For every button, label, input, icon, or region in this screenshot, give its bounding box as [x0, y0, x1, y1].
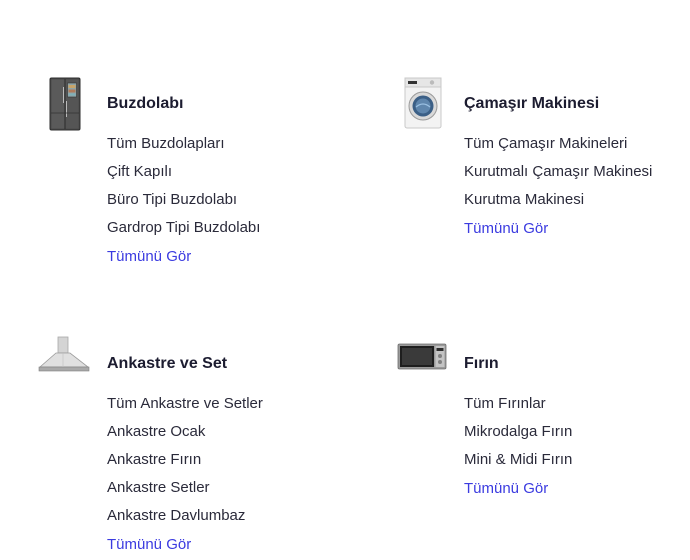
microwave-oven-icon[interactable]: [397, 343, 447, 370]
see-all-link[interactable]: Tümünü Gör: [107, 244, 260, 272]
category-link[interactable]: Tüm Ankastre ve Setler: [107, 391, 263, 419]
category-link[interactable]: Gardrop Tipi Buzdolabı: [107, 215, 260, 243]
category-link[interactable]: Çift Kapılı: [107, 159, 260, 187]
category-title[interactable]: Buzdolabı: [107, 95, 183, 113]
category-links: Tüm Ankastre ve Setler Ankastre Ocak Ank…: [107, 391, 263, 560]
refrigerator-icon[interactable]: [49, 77, 81, 131]
category-link[interactable]: Tüm Fırınlar: [464, 391, 572, 419]
category-links: Tüm Fırınlar Mikrodalga Fırın Mini & Mid…: [464, 391, 572, 504]
category-links: Tüm Buzdolapları Çift Kapılı Büro Tipi B…: [107, 131, 260, 272]
category-link[interactable]: Ankastre Setler: [107, 475, 263, 503]
see-all-link[interactable]: Tümünü Gör: [464, 476, 572, 504]
category-link[interactable]: Ankastre Ocak: [107, 419, 263, 447]
category-title[interactable]: Ankastre ve Set: [107, 355, 227, 373]
category-title[interactable]: Fırın: [464, 355, 499, 373]
category-title[interactable]: Çamaşır Makinesi: [464, 95, 599, 113]
washing-machine-icon[interactable]: [404, 77, 442, 129]
category-link[interactable]: Büro Tipi Buzdolabı: [107, 187, 260, 215]
cooker-hood-icon[interactable]: [38, 336, 90, 374]
see-all-link[interactable]: Tümünü Gör: [464, 216, 652, 244]
category-links: Tüm Çamaşır Makineleri Kurutmalı Çamaşır…: [464, 131, 652, 244]
category-link[interactable]: Tüm Buzdolapları: [107, 131, 260, 159]
category-link[interactable]: Ankastre Fırın: [107, 447, 263, 475]
category-link[interactable]: Mikrodalga Fırın: [464, 419, 572, 447]
category-link[interactable]: Kurutma Makinesi: [464, 187, 652, 215]
category-link[interactable]: Kurutmalı Çamaşır Makinesi: [464, 159, 652, 187]
category-link[interactable]: Mini & Midi Fırın: [464, 447, 572, 475]
category-link[interactable]: Tüm Çamaşır Makineleri: [464, 131, 652, 159]
category-link[interactable]: Ankastre Davlumbaz: [107, 503, 263, 531]
